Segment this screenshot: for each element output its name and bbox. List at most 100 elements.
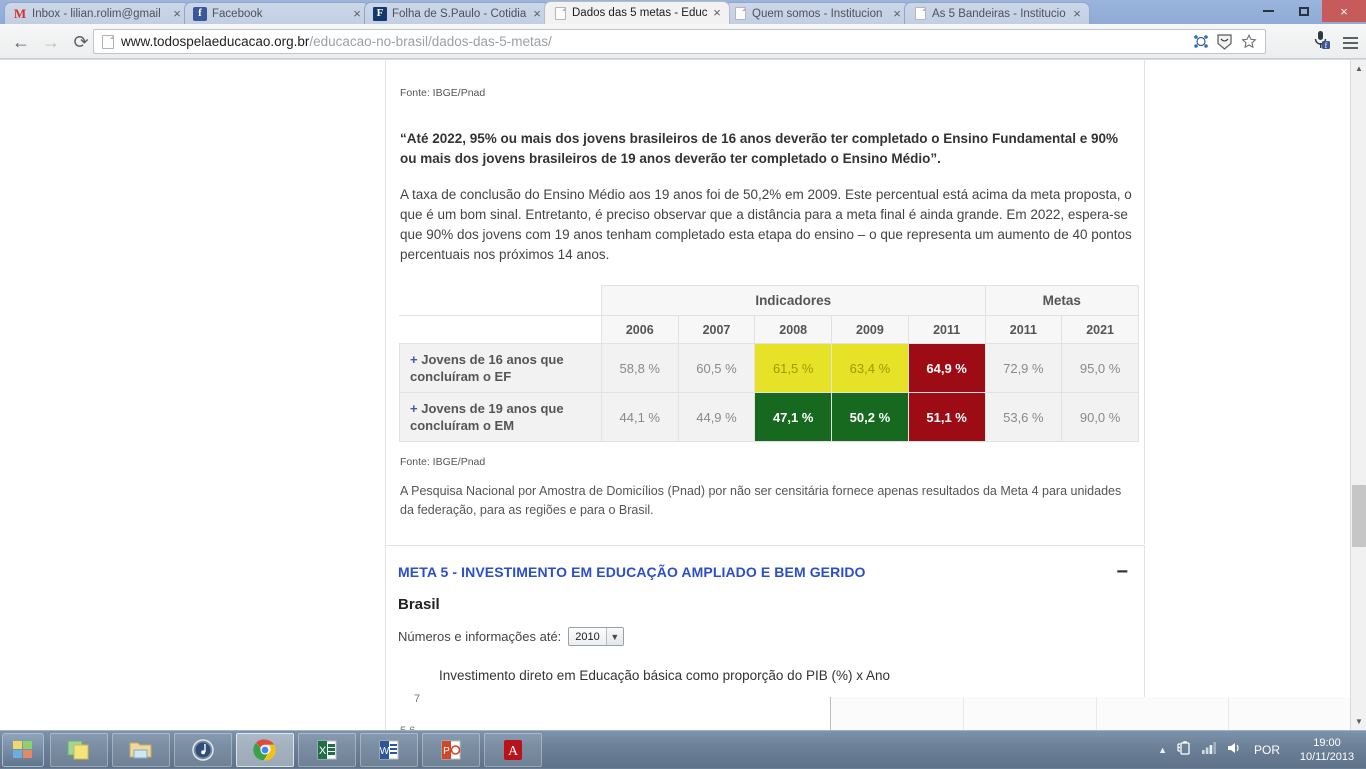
- ghost-year-4: 2011: [952, 60, 976, 62]
- chart-plot-area: [830, 697, 1360, 730]
- meta5-region-label: Brasil: [386, 580, 1144, 613]
- cutoff-chart-year-labels: 2006 2007 2008 2009 2011: [386, 60, 1144, 73]
- tab-title: Quem somos - Institucion: [752, 8, 891, 20]
- table-year-2011-ind: 2011: [908, 316, 985, 344]
- page-scrollbar[interactable]: ▲ ▼: [1350, 60, 1366, 730]
- tab-title: Dados das 5 metas - Educ: [572, 7, 711, 19]
- clock-date: 10/11/2013: [1292, 750, 1362, 764]
- cell-ef-2007: 60,5 %: [678, 344, 755, 393]
- meta4-content-card: 2006 2007 2008 2009 2011 Fonte: IBGE/Pna…: [385, 60, 1145, 544]
- tab-strip: M Inbox - lilian.rolim@gmail × f Faceboo…: [0, 0, 1366, 24]
- show-hidden-icons-icon[interactable]: ▲: [1158, 745, 1167, 755]
- reload-icon[interactable]: ⟳: [68, 30, 94, 54]
- table-corner-blank: [400, 286, 602, 316]
- table-year-2007: 2007: [678, 316, 755, 344]
- google-chrome-icon[interactable]: [236, 733, 294, 767]
- powerpoint-icon[interactable]: P: [422, 733, 480, 767]
- row-label-text: Jovens de 19 anos que concluíram o EM: [410, 401, 564, 433]
- document-icon: [913, 7, 927, 21]
- ghost-year-2: 2008: [738, 60, 762, 62]
- ghost-year-1: 2007: [580, 60, 604, 62]
- browser-tab-0[interactable]: M Inbox - lilian.rolim@gmail ×: [4, 2, 190, 24]
- address-bar[interactable]: www.todospelaeducacao.org.br/educacao-no…: [93, 29, 1266, 54]
- itunes-icon[interactable]: [174, 733, 232, 767]
- cell-em-2008: 47,1 %: [755, 393, 832, 442]
- tab-title: As 5 Bandeiras - Institucio: [932, 8, 1071, 20]
- network-signal-icon[interactable]: [1201, 741, 1217, 760]
- close-button[interactable]: ×: [1322, 0, 1366, 22]
- adobe-reader-icon[interactable]: A: [484, 733, 542, 767]
- table-year-2021-meta: 2021: [1062, 316, 1139, 344]
- cell-em-2006: 44,1 %: [601, 393, 678, 442]
- tab-close-icon[interactable]: ×: [1071, 8, 1083, 20]
- cell-ef-meta-2021: 95,0 %: [1062, 344, 1139, 393]
- forward-icon[interactable]: →: [38, 30, 64, 54]
- browser-tab-3-active[interactable]: Dados das 5 metas - Educ ×: [544, 1, 730, 24]
- year-select[interactable]: 2010 ▼: [568, 627, 623, 646]
- collapse-icon[interactable]: −: [1116, 567, 1128, 577]
- table-group-header-row: Indicadores Metas: [400, 286, 1139, 316]
- table-row: + Jovens de 16 anos que concluíram o EF …: [400, 344, 1139, 393]
- facebook-icon: f: [193, 7, 207, 21]
- cell-em-2011: 51,1 %: [908, 393, 985, 442]
- extension-shield-icon[interactable]: [1216, 33, 1233, 50]
- url-text: www.todospelaeducacao.org.br/educacao-no…: [121, 34, 552, 49]
- tab-list: M Inbox - lilian.rolim@gmail × f Faceboo…: [4, 2, 1084, 24]
- table-year-2011-meta: 2011: [985, 316, 1062, 344]
- battery-icon[interactable]: [1176, 740, 1192, 761]
- url-domain: www.todospelaeducacao.org.br: [121, 34, 309, 49]
- tab-close-icon[interactable]: ×: [351, 8, 363, 20]
- table-year-header-row: 2006 2007 2008 2009 2011 2011 2021: [400, 316, 1139, 344]
- file-explorer-icon[interactable]: [112, 733, 170, 767]
- omnibox-icons: [1192, 33, 1259, 50]
- investment-chart: 7 5,6 Brasil: [386, 697, 1144, 730]
- sticky-notes-icon[interactable]: [50, 733, 108, 767]
- browser-tab-1[interactable]: f Facebook ×: [184, 2, 370, 24]
- indicators-table: Indicadores Metas 2006 2007 2008 2009 20…: [399, 285, 1139, 442]
- page-viewport: 2006 2007 2008 2009 2011 Fonte: IBGE/Pna…: [0, 60, 1366, 730]
- meta5-title[interactable]: META 5 - INVESTIMENTO EM EDUCAÇÃO AMPLIA…: [398, 564, 866, 580]
- clock[interactable]: 19:00 10/11/2013: [1292, 736, 1362, 764]
- microphone-facebook-icon[interactable]: f: [1311, 30, 1331, 55]
- expand-icon[interactable]: +: [410, 401, 418, 416]
- start-windows-icon[interactable]: [2, 733, 44, 767]
- volume-icon[interactable]: [1226, 741, 1242, 760]
- maximize-button[interactable]: [1286, 0, 1322, 22]
- tab-close-icon[interactable]: ×: [711, 7, 723, 19]
- cell-ef-meta-2011: 72,9 %: [985, 344, 1062, 393]
- word-icon[interactable]: W: [360, 733, 418, 767]
- tab-close-icon[interactable]: ×: [171, 8, 183, 20]
- clock-time: 19:00: [1292, 736, 1362, 750]
- row-label-em[interactable]: + Jovens de 19 anos que concluíram o EM: [400, 393, 602, 442]
- table-year-2006: 2006: [601, 316, 678, 344]
- scrollbar-thumb[interactable]: [1352, 485, 1366, 547]
- tab-title: Folha de S.Paulo - Cotidia: [392, 8, 531, 20]
- ghost-year-3: 2009: [894, 60, 918, 62]
- expand-icon[interactable]: +: [410, 352, 418, 367]
- row-label-ef[interactable]: + Jovens de 16 anos que concluíram o EF: [400, 344, 602, 393]
- scroll-down-icon[interactable]: ▼: [1351, 713, 1366, 730]
- minimize-button[interactable]: [1250, 0, 1286, 22]
- meta5-header[interactable]: META 5 - INVESTIMENTO EM EDUCAÇÃO AMPLIA…: [386, 546, 1144, 580]
- svg-text:X: X: [319, 745, 327, 757]
- chevron-down-icon[interactable]: ▼: [606, 628, 623, 645]
- hamburger-menu-icon[interactable]: [1343, 37, 1358, 49]
- meta-goal-statement: “Até 2022, 95% ou mais dos jovens brasil…: [386, 99, 1144, 169]
- meta5-panel: META 5 - INVESTIMENTO EM EDUCAÇÃO AMPLIA…: [385, 545, 1145, 730]
- cell-ef-2006: 58,8 %: [601, 344, 678, 393]
- back-icon[interactable]: ←: [8, 30, 34, 54]
- url-path: /educacao-no-brasil/dados-das-5-metas/: [309, 34, 551, 49]
- bookmark-star-icon[interactable]: [1240, 33, 1257, 50]
- cell-em-2009: 50,2 %: [832, 393, 909, 442]
- tab-close-icon[interactable]: ×: [891, 8, 903, 20]
- browser-tab-4[interactable]: Quem somos - Institucion ×: [724, 2, 910, 24]
- excel-icon[interactable]: X: [298, 733, 356, 767]
- browser-tab-5[interactable]: As 5 Bandeiras - Institucio ×: [904, 2, 1090, 24]
- language-indicator[interactable]: POR: [1251, 743, 1283, 757]
- scroll-up-icon[interactable]: ▲: [1351, 60, 1366, 77]
- translate-icon[interactable]: [1192, 33, 1209, 50]
- tab-close-icon[interactable]: ×: [531, 8, 543, 20]
- ghost-year-0: 2006: [424, 60, 448, 62]
- browser-tab-2[interactable]: F Folha de S.Paulo - Cotidia ×: [364, 2, 550, 24]
- browser-toolbar: ← → ⟳ www.todospelaeducacao.org.br/educa…: [0, 24, 1366, 59]
